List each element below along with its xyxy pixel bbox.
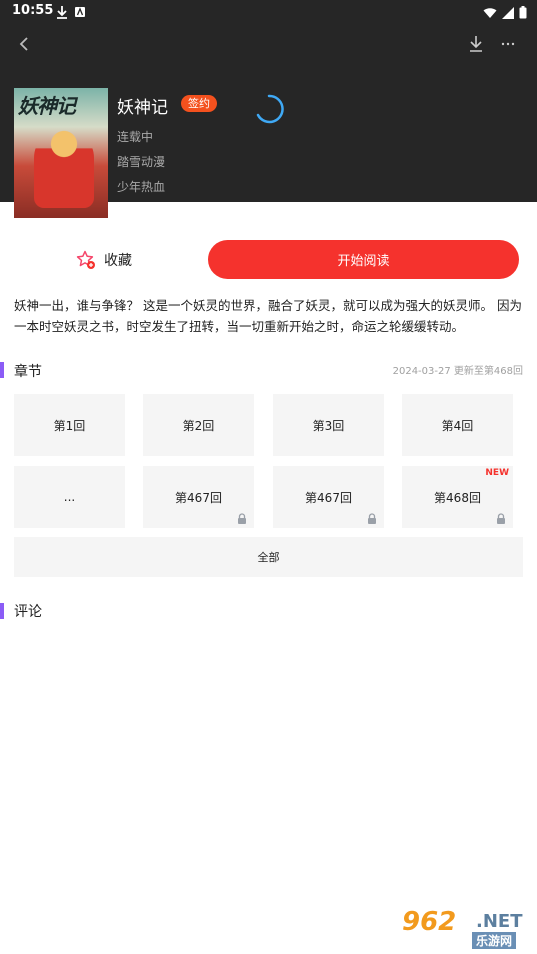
watermark-suffix: .NET	[476, 911, 523, 932]
chapter-item[interactable]: 第467回	[273, 466, 384, 528]
start-reading-button[interactable]: 开始阅读	[208, 240, 519, 279]
wifi-icon	[483, 4, 497, 23]
new-tag: NEW	[485, 468, 509, 478]
chapters-title: 章节	[14, 364, 42, 380]
download-status-icon	[56, 4, 68, 23]
chapter-label: 第4回	[441, 418, 474, 433]
battery-icon	[519, 4, 527, 23]
cover-title: 妖神记	[18, 94, 76, 118]
status-time: 10:55	[12, 3, 54, 18]
all-chapters-button[interactable]: 全部	[14, 537, 523, 577]
watermark-site: 乐游网	[472, 932, 517, 949]
favorite-button[interactable]: 收藏	[14, 240, 194, 280]
chapter-item[interactable]: 第4回	[402, 394, 513, 456]
chapter-label: 第2回	[182, 418, 215, 433]
chapter-label: 第467回	[305, 490, 352, 505]
download-button[interactable]	[462, 30, 490, 58]
more-button[interactable]	[494, 30, 522, 58]
lock-icon	[238, 513, 246, 524]
book-description: 妖神一出，谁与争锋？ 这是一个妖灵的世界，融合了妖灵，就可以成为强大的妖灵师。 …	[14, 298, 522, 334]
update-info: 2024-03-27 更新至第468回	[392, 366, 523, 377]
chapter-item[interactable]: 第467回	[143, 466, 254, 528]
book-status: 连载中	[117, 130, 154, 144]
lock-icon	[368, 513, 376, 524]
chapters-section-bar	[0, 362, 4, 378]
chapter-label: 第467回	[175, 490, 222, 505]
sign-badge: 签约	[181, 95, 217, 112]
chapter-label: 第1回	[53, 418, 86, 433]
more-icon	[501, 42, 515, 46]
favorite-label: 收藏	[104, 253, 132, 269]
comments-section-bar	[0, 603, 4, 619]
book-author: 踏雪动漫	[117, 155, 166, 169]
chapter-item[interactable]: NEW 第468回	[402, 466, 513, 528]
watermark-number: 962	[402, 907, 457, 937]
favorite-star-icon	[76, 250, 95, 269]
book-genre: 少年热血	[117, 180, 166, 194]
chapter-label: ...	[63, 490, 76, 504]
app-notification-icon	[74, 4, 86, 23]
chevron-left-icon	[19, 37, 28, 51]
back-button[interactable]	[10, 30, 38, 58]
download-icon	[470, 36, 482, 52]
chapter-label: 第468回	[434, 490, 481, 505]
book-cover[interactable]: 妖神记	[14, 88, 108, 218]
cover-figure	[34, 128, 94, 208]
status-bar: 10:55	[0, 0, 537, 24]
signal-icon	[502, 4, 514, 23]
site-watermark: 962 .NET 乐游网	[398, 905, 532, 951]
chapter-item[interactable]: 第2回	[143, 394, 254, 456]
lock-icon	[497, 513, 505, 524]
chapter-item[interactable]: ...	[14, 466, 125, 528]
chapter-item[interactable]: 第3回	[273, 394, 384, 456]
book-title: 妖神记	[117, 98, 168, 118]
chapter-item[interactable]: 第1回	[14, 394, 125, 456]
comments-title: 评论	[14, 604, 42, 620]
loading-spinner-icon	[256, 94, 284, 124]
chapter-label: 第3回	[312, 418, 345, 433]
